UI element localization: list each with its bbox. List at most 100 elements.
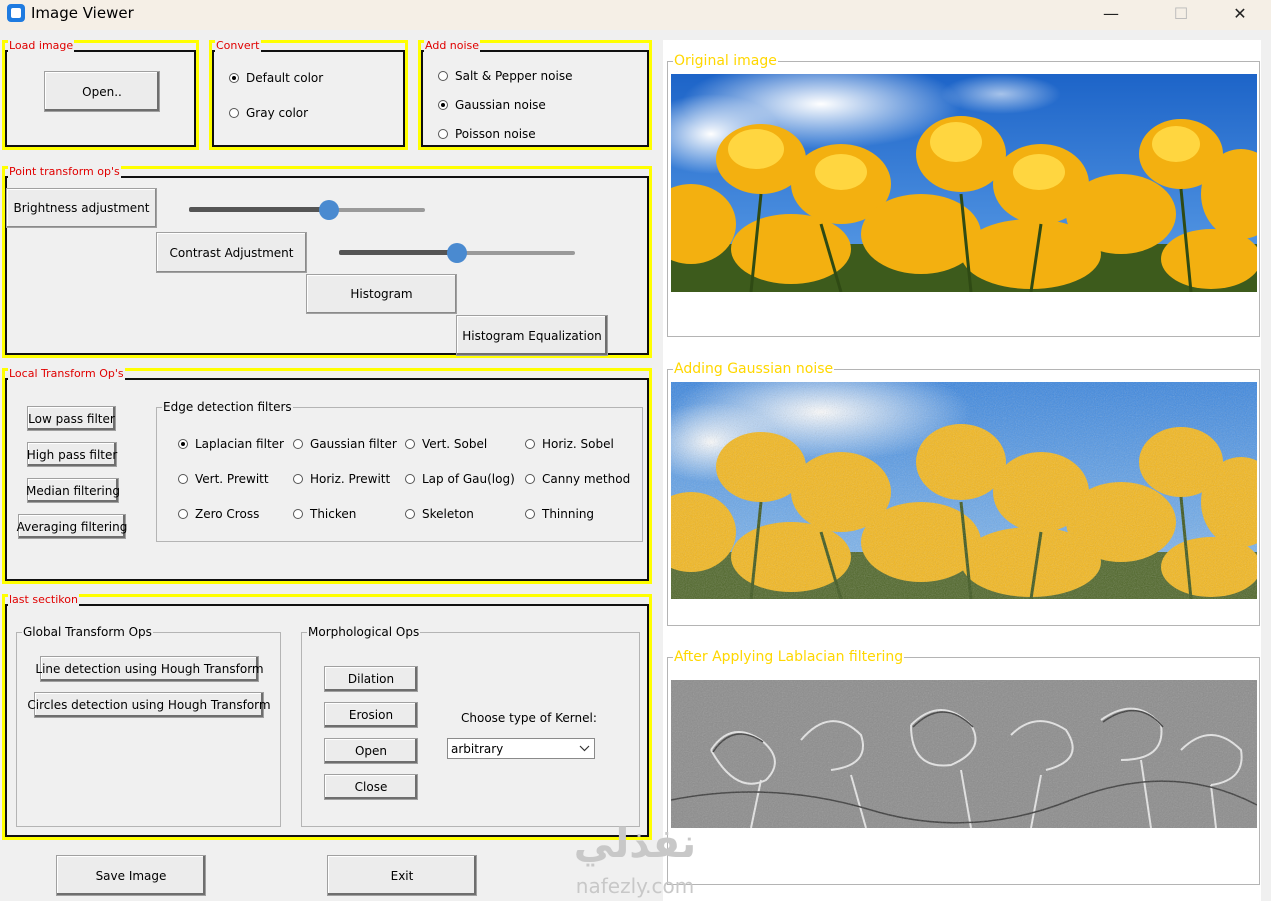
radio-indicator (438, 71, 448, 81)
morphological-group: Morphological Ops Dilation Erosion Open … (301, 625, 640, 827)
edge-option-label: Horiz. Prewitt (310, 472, 391, 486)
original-image-label: Original image (673, 53, 778, 69)
close-button[interactable]: ✕ (1217, 2, 1263, 26)
edge-option-label: Zero Cross (195, 507, 260, 521)
horiz-sobel-radio[interactable]: Horiz. Sobel (525, 437, 614, 451)
thinning-radio[interactable]: Thinning (525, 507, 594, 521)
edge-option-label: Laplacian filter (195, 437, 284, 451)
salt-pepper-radio[interactable]: Salt & Pepper noise (438, 69, 572, 83)
edge-option-label: Canny method (542, 472, 631, 486)
edge-option-label: Vert. Prewitt (195, 472, 269, 486)
thicken-radio[interactable]: Thicken (293, 507, 356, 521)
convert-label: Convert (215, 39, 261, 52)
radio-indicator (405, 474, 415, 484)
last-section: last sectikon Global Transform Ops Line … (2, 594, 652, 840)
open-morph-button[interactable]: Open (324, 738, 418, 764)
poisson-noise-label: Poisson noise (455, 127, 536, 141)
gaussian-noise-label: Gaussian noise (455, 98, 546, 112)
chevron-down-icon (579, 745, 590, 752)
load-image-section: Load image Open.. (2, 40, 199, 150)
radio-indicator (178, 509, 188, 519)
line-detection-button[interactable]: Line detection using Hough Transform (35, 656, 264, 682)
noisy-image-label: Adding Gaussian noise (673, 361, 835, 377)
close-morph-button[interactable]: Close (324, 774, 418, 800)
lap-of-gau-radio[interactable]: Lap of Gau(log) (405, 472, 515, 486)
erosion-button[interactable]: Erosion (324, 702, 418, 728)
gaussian-noise-radio[interactable]: Gaussian noise (438, 98, 546, 112)
vert-prewitt-radio[interactable]: Vert. Prewitt (178, 472, 269, 486)
kernel-type-label: Choose type of Kernel: (461, 711, 597, 725)
radio-indicator (293, 474, 303, 484)
salt-pepper-label: Salt & Pepper noise (455, 69, 573, 83)
skeleton-radio[interactable]: Skeleton (405, 507, 474, 521)
radio-indicator (229, 108, 239, 118)
radio-indicator (178, 474, 188, 484)
open-button[interactable]: Open.. (44, 71, 160, 112)
edge-option-label: Thinning (542, 507, 595, 521)
radio-indicator (293, 439, 303, 449)
slider-knob[interactable] (319, 200, 339, 220)
edge-option-label: Gaussian filter (310, 437, 397, 451)
original-image (671, 74, 1257, 292)
global-transform-group: Global Transform Ops Line detection usin… (16, 625, 281, 827)
exit-button[interactable]: Exit (327, 855, 477, 896)
radio-indicator (178, 439, 188, 449)
canny-radio[interactable]: Canny method (525, 472, 630, 486)
edge-option-label: Horiz. Sobel (542, 437, 614, 451)
radio-indicator (525, 439, 535, 449)
brightness-button[interactable]: Brightness adjustment (6, 188, 157, 228)
low-pass-button[interactable]: Low pass filter (27, 406, 116, 431)
gray-color-label: Gray color (246, 106, 309, 120)
title-bar: Image Viewer — ☐ ✕ (0, 0, 1271, 30)
histogram-equalization-button[interactable]: Histogram Equalization (456, 315, 608, 356)
gray-color-radio[interactable]: Gray color (229, 106, 308, 120)
horiz-prewitt-radio[interactable]: Horiz. Prewitt (293, 472, 390, 486)
edge-option-label: Vert. Sobel (422, 437, 488, 451)
radio-indicator (438, 129, 448, 139)
contrast-button[interactable]: Contrast Adjustment (156, 232, 307, 273)
radio-indicator (438, 100, 448, 110)
save-image-button[interactable]: Save Image (56, 855, 206, 896)
noisy-image (671, 382, 1257, 599)
filtered-image-label: After Applying Lablacian filtering (673, 649, 905, 665)
vert-sobel-radio[interactable]: Vert. Sobel (405, 437, 487, 451)
edge-detection-group: Edge detection filters Laplacian filter … (156, 400, 643, 542)
load-image-label: Load image (8, 39, 75, 52)
averaging-filtering-button[interactable]: Averaging filtering (17, 514, 127, 539)
default-color-radio[interactable]: Default color (229, 71, 323, 85)
point-transform-label: Point transform op's (8, 165, 121, 178)
radio-indicator (229, 73, 239, 83)
edge-option-label: Lap of Gau(log) (422, 472, 515, 486)
kernel-type-select[interactable]: arbitrary (447, 738, 595, 759)
radio-indicator (405, 439, 415, 449)
maximize-button[interactable]: ☐ (1158, 2, 1204, 26)
global-transform-label: Global Transform Ops (22, 625, 153, 639)
minimize-button[interactable]: — (1088, 2, 1134, 26)
contrast-slider[interactable] (339, 243, 575, 263)
poisson-noise-radio[interactable]: Poisson noise (438, 127, 536, 141)
app-icon (7, 4, 25, 22)
last-section-label: last sectikon (8, 593, 79, 606)
original-image-frame: Original image (667, 53, 1260, 337)
edge-detection-label: Edge detection filters (162, 400, 293, 414)
histogram-button[interactable]: Histogram (306, 274, 457, 314)
slider-knob[interactable] (447, 243, 467, 263)
noisy-image-frame: Adding Gaussian noise (667, 361, 1260, 626)
radio-indicator (293, 509, 303, 519)
zero-cross-radio[interactable]: Zero Cross (178, 507, 259, 521)
radio-indicator (405, 509, 415, 519)
add-noise-label: Add noise (424, 39, 481, 52)
filtered-image-frame: After Applying Lablacian filtering (667, 649, 1260, 885)
dilation-button[interactable]: Dilation (324, 666, 418, 692)
circles-detection-button[interactable]: Circles detection using Hough Transform (27, 692, 271, 718)
median-filtering-button[interactable]: Median filtering (26, 478, 120, 503)
high-pass-button[interactable]: High pass filter (27, 442, 117, 467)
default-color-label: Default color (246, 71, 324, 85)
kernel-type-value: arbitrary (451, 742, 504, 756)
laplacian-radio[interactable]: Laplacian filter (178, 437, 284, 451)
radio-indicator (525, 474, 535, 484)
add-noise-section: Add noise Salt & Pepper noise Gaussian n… (418, 40, 652, 150)
gaussian-filter-radio[interactable]: Gaussian filter (293, 437, 397, 451)
edge-option-label: Skeleton (422, 507, 474, 521)
brightness-slider[interactable] (189, 200, 425, 220)
